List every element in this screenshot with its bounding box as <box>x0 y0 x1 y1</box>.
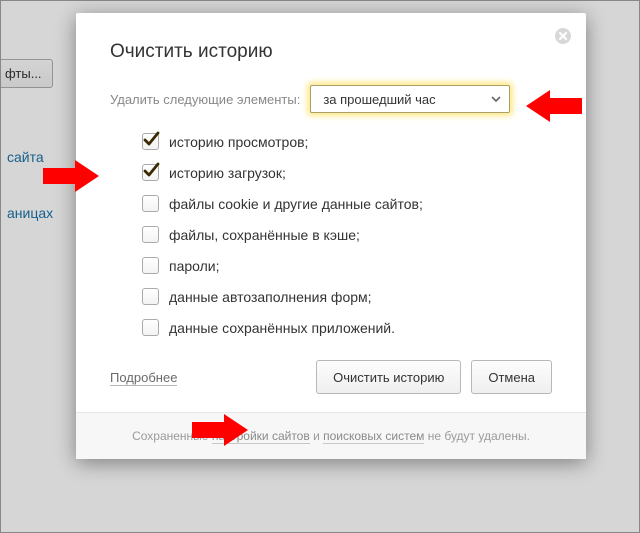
close-icon[interactable] <box>554 27 572 45</box>
footer-search-engines-link[interactable]: поисковых систем <box>323 429 424 444</box>
dialog-title: Очистить историю <box>110 41 552 63</box>
time-range-label: Удалить следующие элементы: <box>110 92 300 107</box>
check-row: данные сохранённых приложений. <box>142 319 552 336</box>
checkbox[interactable] <box>142 133 159 150</box>
checkbox[interactable] <box>142 164 159 181</box>
check-row: данные автозаполнения форм; <box>142 288 552 305</box>
check-row: историю загрузок; <box>142 164 552 181</box>
check-row: пароли; <box>142 257 552 274</box>
checkbox[interactable] <box>142 195 159 212</box>
clear-history-button[interactable]: Очистить историю <box>316 360 461 394</box>
dialog-footer: Сохраненные настройки сайтов и поисковых… <box>76 412 586 459</box>
details-link[interactable]: Подробнее <box>110 371 177 386</box>
checkbox-label: файлы, сохранённые в кэше; <box>169 227 360 243</box>
cancel-button[interactable]: Отмена <box>471 360 552 394</box>
footer-text-pre: Сохраненные <box>132 429 212 443</box>
check-row: файлы, сохранённые в кэше; <box>142 226 552 243</box>
checkbox-label: историю загрузок; <box>169 165 286 181</box>
checkbox-label: файлы cookie и другие данные сайтов; <box>169 196 423 212</box>
time-range-dropdown[interactable]: за прошедший час <box>310 85 510 113</box>
check-row: файлы cookie и другие данные сайтов; <box>142 195 552 212</box>
chevron-down-icon <box>491 92 501 107</box>
checkbox-label: пароли; <box>169 258 220 274</box>
checkbox[interactable] <box>142 319 159 336</box>
checkbox-label: данные сохранённых приложений. <box>169 320 395 336</box>
footer-text-post: не будут удалены. <box>424 429 530 443</box>
checkbox-label: историю просмотров; <box>169 134 308 150</box>
check-row: историю просмотров; <box>142 133 552 150</box>
checkbox[interactable] <box>142 226 159 243</box>
footer-site-settings-link[interactable]: настройки сайтов <box>212 429 310 444</box>
checkbox[interactable] <box>142 288 159 305</box>
clear-history-dialog: Очистить историю Удалить следующие элеме… <box>76 13 586 459</box>
checkbox-label: данные автозаполнения форм; <box>169 289 372 305</box>
footer-text-mid: и <box>310 429 323 443</box>
time-range-value: за прошедший час <box>323 92 435 107</box>
checkbox[interactable] <box>142 257 159 274</box>
